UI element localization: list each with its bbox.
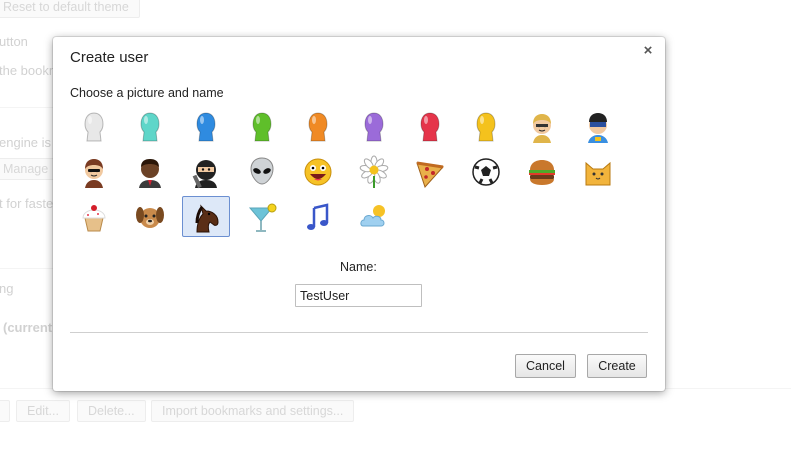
avatar-pizza-icon	[416, 161, 444, 188]
avatar-option[interactable]	[350, 106, 398, 147]
create-button[interactable]: Create	[587, 354, 647, 378]
avatar-awesome-smiley-icon	[304, 158, 332, 185]
avatar-flower-icon	[359, 155, 389, 188]
avatar-burger-icon	[529, 159, 555, 185]
name-label: Name:	[340, 260, 377, 274]
avatar-cat-icon	[585, 161, 611, 185]
avatar-businessman-icon	[139, 158, 161, 188]
avatar-option[interactable]	[350, 151, 398, 192]
avatar-generic-aqua-icon	[140, 111, 160, 141]
avatar-option[interactable]	[294, 196, 342, 237]
avatar-option[interactable]	[350, 196, 398, 237]
avatar-generic-orange-icon	[308, 111, 328, 141]
avatar-volleyball-girl-icon	[85, 158, 103, 188]
avatar-option[interactable]	[238, 151, 286, 192]
avatar-option[interactable]	[70, 196, 118, 237]
avatar-option[interactable]	[182, 106, 230, 147]
avatar-alien-icon	[250, 156, 274, 185]
avatar-option[interactable]	[574, 106, 622, 147]
avatar-cocktail-icon	[248, 203, 277, 232]
dialog-subtitle: Choose a picture and name	[70, 86, 224, 100]
avatar-option[interactable]	[406, 151, 454, 192]
dialog-title: Create user	[70, 49, 149, 66]
avatar-option[interactable]	[462, 151, 510, 192]
cancel-button[interactable]: Cancel	[515, 354, 576, 378]
avatar-music-note-icon	[307, 202, 329, 230]
name-input[interactable]	[295, 284, 422, 307]
avatar-option[interactable]	[126, 151, 174, 192]
avatar-ninja-icon	[192, 159, 217, 188]
avatar-option[interactable]	[574, 151, 622, 192]
avatar-option[interactable]	[406, 106, 454, 147]
avatar-sun-cloud-icon	[360, 204, 385, 226]
avatar-generic-purple-icon	[364, 111, 384, 141]
avatar-grid	[70, 106, 636, 237]
avatar-generic-white-icon	[84, 111, 104, 141]
dialog-divider	[70, 332, 648, 333]
avatar-superhero-icon	[588, 112, 608, 143]
avatar-generic-blue-icon	[196, 111, 216, 141]
avatar-option[interactable]	[126, 106, 174, 147]
avatar-dog-icon	[136, 206, 164, 228]
avatar-option[interactable]	[294, 151, 342, 192]
avatar-option[interactable]	[518, 106, 566, 147]
avatar-option[interactable]	[518, 151, 566, 192]
avatar-secret-agent-icon	[533, 113, 551, 143]
avatar-option[interactable]	[238, 196, 286, 237]
avatar-soccer-ball-icon	[472, 157, 500, 186]
avatar-option[interactable]	[462, 106, 510, 147]
avatar-option[interactable]	[182, 196, 230, 237]
avatar-option[interactable]	[126, 196, 174, 237]
avatar-generic-green-icon	[252, 111, 272, 141]
avatar-option[interactable]	[182, 151, 230, 192]
avatar-generic-red-icon	[420, 111, 440, 141]
close-icon[interactable]: ×	[640, 43, 656, 59]
avatar-option[interactable]	[294, 106, 342, 147]
avatar-option[interactable]	[70, 151, 118, 192]
avatar-horse-icon	[195, 203, 219, 232]
avatar-cupcake-icon	[82, 204, 106, 231]
avatar-option[interactable]	[70, 106, 118, 147]
create-user-dialog: Create user × Choose a picture and name …	[53, 37, 665, 391]
avatar-generic-yellow-icon	[476, 111, 496, 141]
avatar-option[interactable]	[238, 106, 286, 147]
